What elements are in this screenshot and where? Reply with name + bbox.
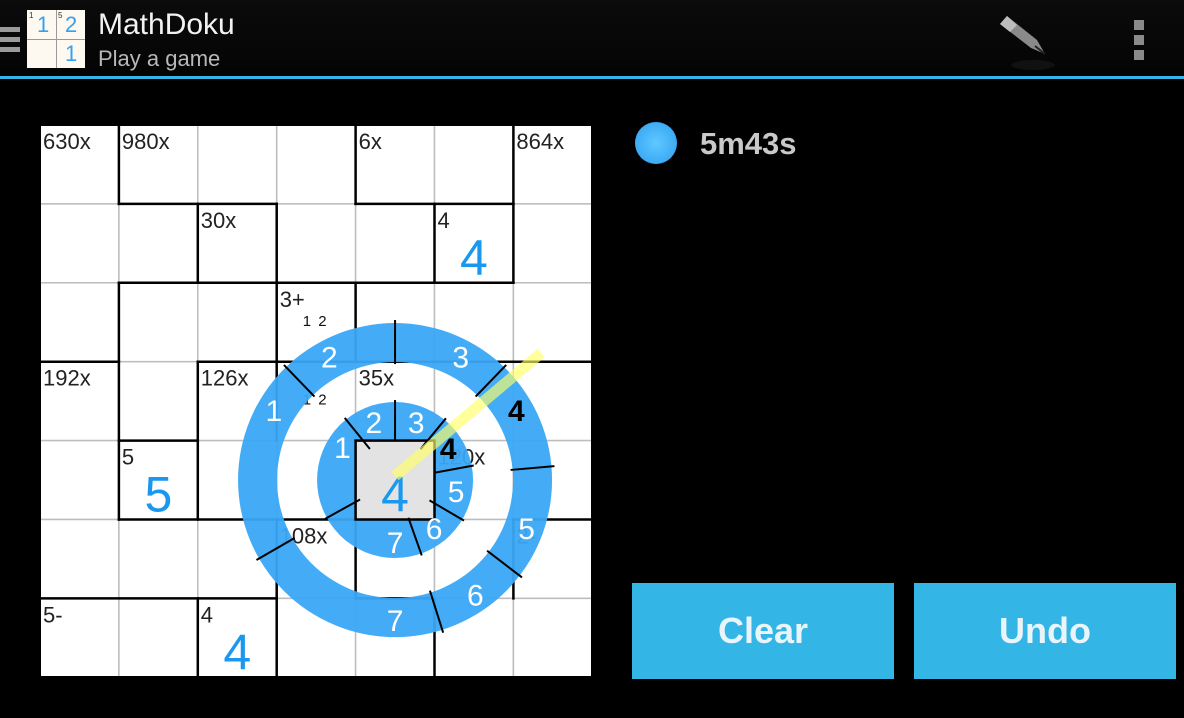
grid-cell[interactable] (118, 203, 199, 284)
cage-label: 864x (516, 129, 564, 154)
ring-digit-1[interactable]: 1 (265, 395, 282, 428)
grid-cell[interactable] (433, 124, 515, 205)
cage-label: 4 (201, 602, 213, 627)
ring-digit-2[interactable]: 2 (366, 407, 383, 440)
cage-label: 6x (359, 129, 382, 154)
grid-cell[interactable] (197, 282, 278, 363)
grid-cell[interactable] (197, 124, 278, 205)
ring-digit-1[interactable]: 1 (334, 432, 351, 465)
grid-cell[interactable] (275, 124, 357, 205)
logo-digit: 2 (65, 12, 78, 37)
grid-cell[interactable] (118, 518, 199, 600)
cage-label: 3+ (280, 287, 305, 312)
overflow-menu-icon[interactable] (1134, 20, 1144, 65)
cage-label: 630x (43, 129, 91, 154)
grid-cell[interactable] (118, 282, 199, 363)
undo-button[interactable]: Undo (914, 583, 1176, 679)
ring-digit-3[interactable]: 3 (452, 341, 469, 374)
grid-cell[interactable] (39, 203, 120, 284)
ring-digit-5[interactable]: 5 (518, 513, 535, 546)
ring-digit-6[interactable]: 6 (426, 513, 443, 546)
clear-button[interactable]: Clear (632, 583, 894, 679)
cell-value: 5 (144, 467, 172, 523)
cage-label: 980x (122, 129, 170, 154)
app-logo-icon[interactable]: 1 1 5 2 1 (27, 10, 85, 68)
ring-digit-3[interactable]: 3 (408, 407, 425, 440)
cage-label: 4 (438, 208, 450, 233)
app-subtitle: Play a game (98, 46, 221, 71)
puzzle-grid[interactable]: 630x980x6x864x30x43+192x126x35x5120x108x… (38, 123, 594, 679)
ring-digit-5[interactable]: 5 (448, 476, 465, 509)
cage-label: 35x (359, 366, 394, 391)
grid-cell[interactable] (512, 203, 594, 284)
app-title: MathDoku (98, 8, 235, 41)
cage-label: 5 (122, 445, 134, 470)
cell-note: 1 2 (303, 313, 327, 330)
logo-digit: 1 (37, 12, 50, 37)
pen-icon[interactable] (995, 10, 1060, 70)
action-bar-divider (0, 76, 1184, 79)
grid-cell[interactable] (39, 518, 120, 600)
timer-text: 5m43s (700, 126, 797, 161)
logo-digit: 1 (65, 41, 78, 66)
grid-cell[interactable] (354, 203, 436, 284)
grid-cell[interactable] (39, 439, 120, 521)
drawer-menu-icon[interactable] (0, 27, 20, 57)
cage-label: 5- (43, 602, 63, 627)
ring-digit-2[interactable]: 2 (321, 341, 338, 374)
grid-cell[interactable] (512, 282, 594, 363)
ring-digit-7[interactable]: 7 (387, 527, 404, 560)
grid-cell[interactable] (275, 203, 357, 284)
ring-digit-4[interactable]: 4 (508, 395, 525, 428)
grid-cell[interactable] (512, 597, 594, 679)
ring-digit-7[interactable]: 7 (387, 605, 404, 638)
cage-label: 126x (201, 366, 249, 391)
logo-note: 5 (58, 11, 63, 20)
grid-cell[interactable] (39, 282, 120, 363)
grid-cell[interactable] (118, 360, 199, 442)
ring-digit-6[interactable]: 6 (467, 580, 484, 613)
logo-note: 1 (29, 11, 34, 20)
cage-label: 192x (43, 366, 91, 391)
cell-value: 4 (460, 230, 488, 286)
grid-cell[interactable] (118, 597, 199, 679)
timer-status-icon (635, 122, 677, 164)
cage-label: 30x (201, 208, 236, 233)
cell-value: 4 (223, 624, 251, 679)
